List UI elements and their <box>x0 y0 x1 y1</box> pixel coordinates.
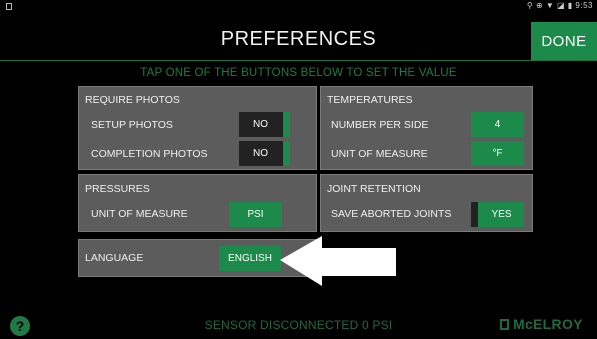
language-button[interactable]: ENGLISH <box>219 246 281 271</box>
toggle-indicator <box>471 202 478 227</box>
instruction-text: TAP ONE OF THE BUTTONS BELOW TO SET THE … <box>140 67 457 79</box>
temperatures-panel: TEMPERATURES NUMBER PER SIDE 4 UNIT OF M… <box>320 86 533 170</box>
brand-name: McELROY <box>513 316 583 332</box>
temp-unit-label: UNIT OF MEASURE <box>331 148 428 160</box>
status-icons: ⚲ ⊕ ▼ ◪ ▮ 9:53 <box>526 1 593 10</box>
completion-photos-label: COMPLETION PHOTOS <box>91 148 208 160</box>
toggle-value: NO <box>253 119 268 130</box>
toggle-value: NO <box>253 148 268 159</box>
language-label: LANGUAGE <box>85 252 144 264</box>
page-title: PREFERENCES <box>220 28 377 50</box>
setup-photos-toggle[interactable]: NO <box>239 112 290 137</box>
pressure-unit-label: UNIT OF MEASURE <box>91 208 188 220</box>
joint-retention-panel: JOINT RETENTION SAVE ABORTED JOINTS YES <box>320 174 533 232</box>
pressures-panel: PRESSURES UNIT OF MEASURE PSI <box>78 174 317 232</box>
panel-title: JOINT RETENTION <box>327 183 421 195</box>
require-photos-panel: REQUIRE PHOTOS SETUP PHOTOS NO COMPLETIO… <box>78 86 317 170</box>
done-button[interactable]: DONE <box>531 22 597 60</box>
toggle-indicator <box>283 112 290 137</box>
number-per-side-button[interactable]: 4 <box>471 112 524 137</box>
save-aborted-joints-label: SAVE ABORTED JOINTS <box>331 208 452 220</box>
panel-title: PRESSURES <box>85 183 150 195</box>
number-per-side-label: NUMBER PER SIDE <box>331 119 429 131</box>
setup-photos-label: SETUP PHOTOS <box>91 119 173 131</box>
panel-title: TEMPERATURES <box>327 94 413 106</box>
status-bar: ⚲ ⊕ ▼ ◪ ▮ 9:53 <box>0 0 597 14</box>
sim-icon <box>6 3 12 10</box>
completion-photos-toggle[interactable]: NO <box>239 141 290 166</box>
header-divider <box>0 60 597 61</box>
temp-unit-button[interactable]: °F <box>471 141 524 166</box>
pressure-unit-button[interactable]: PSI <box>229 202 282 227</box>
mcelroy-logo-icon <box>500 319 509 330</box>
toggle-indicator <box>283 141 290 166</box>
panel-title: REQUIRE PHOTOS <box>85 94 180 106</box>
brand-logo: McELROY <box>500 316 583 332</box>
arrow-left-icon <box>280 236 396 286</box>
toggle-value: YES <box>491 209 512 220</box>
save-aborted-joints-toggle[interactable]: YES <box>471 202 524 227</box>
